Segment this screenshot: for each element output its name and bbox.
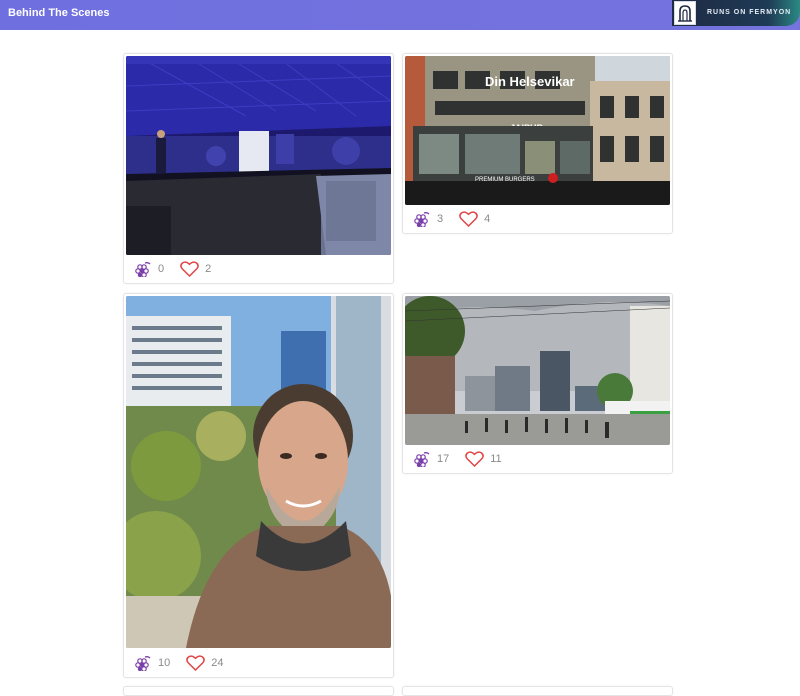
grape-button[interactable]: 0: [134, 261, 164, 277]
like-count: 24: [211, 657, 224, 669]
post-card: 17 11: [402, 293, 673, 474]
grape-icon: [134, 261, 152, 277]
grape-count: 10: [158, 657, 171, 669]
top-header: Behind The Scenes RUNS ON FERMYON: [0, 0, 800, 30]
grape-count: 0: [158, 263, 165, 275]
post-card: 10 24: [123, 293, 394, 678]
post-photo-stage[interactable]: [126, 56, 391, 255]
post-card: Din Helsevikar JAIPUR PREMIUM BURGERS: [402, 53, 673, 234]
fermyon-logo: [674, 1, 696, 25]
grape-button[interactable]: 3: [413, 211, 443, 227]
grape-count: 3: [437, 213, 444, 225]
grape-icon: [413, 451, 431, 467]
post-card: [123, 686, 394, 696]
post-photo-selfie[interactable]: [126, 296, 391, 648]
site-title[interactable]: Behind The Scenes: [8, 7, 109, 19]
post-stats: 0 2: [134, 259, 211, 279]
post-stats: 17 11: [413, 449, 502, 469]
like-count: 4: [484, 213, 491, 225]
post-photo-building[interactable]: Din Helsevikar JAIPUR PREMIUM BURGERS: [405, 56, 670, 205]
runs-on-fermyon-badge[interactable]: RUNS ON FERMYON: [672, 0, 800, 26]
heart-icon: [186, 655, 206, 671]
svg-text:Din Helsevikar: Din Helsevikar: [485, 74, 575, 89]
like-count: 2: [205, 263, 212, 275]
heart-icon: [180, 261, 199, 277]
post-stats: 3 4: [413, 209, 490, 229]
grape-count: 17: [437, 453, 450, 465]
grape-button[interactable]: 17: [413, 451, 449, 467]
post-photo-street[interactable]: [405, 296, 670, 445]
post-stats: 10 24: [134, 653, 224, 673]
post-card: [402, 686, 673, 696]
grape-icon: [413, 211, 431, 227]
like-button[interactable]: 4: [459, 211, 490, 227]
like-button[interactable]: 2: [180, 261, 211, 277]
heart-icon: [465, 451, 485, 467]
post-card: 0 2: [123, 53, 394, 284]
like-button[interactable]: 24: [186, 655, 224, 671]
grape-icon: [134, 655, 152, 671]
like-count: 11: [490, 453, 502, 465]
grape-button[interactable]: 10: [134, 655, 170, 671]
like-button[interactable]: 11: [465, 451, 502, 467]
heart-icon: [459, 211, 478, 227]
badge-text: RUNS ON FERMYON: [707, 9, 792, 16]
